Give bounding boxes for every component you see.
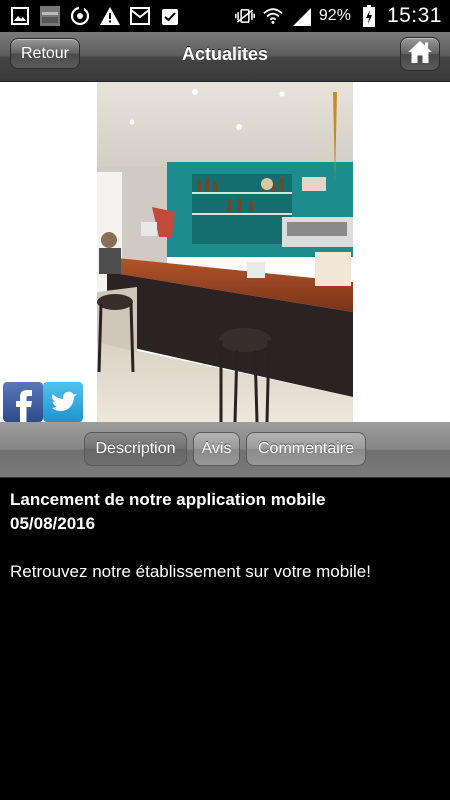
facebook-share-button[interactable]	[3, 382, 43, 422]
gallery-icon	[10, 6, 30, 26]
title-bar: Actualites Retour	[0, 32, 450, 82]
mail-icon	[130, 6, 150, 26]
status-bar: 92% 15:31	[0, 0, 450, 32]
facebook-icon	[16, 390, 32, 422]
notification-icons	[0, 6, 180, 26]
image-area	[0, 82, 450, 422]
battery-charging-icon	[359, 5, 379, 27]
article-title: Lancement de notre application mobile	[10, 490, 326, 509]
article-photo[interactable]	[97, 82, 353, 422]
twitter-share-button[interactable]	[43, 382, 83, 422]
home-icon	[407, 40, 433, 69]
sync-icon	[70, 6, 90, 26]
app-thumbnail-icon	[40, 6, 60, 26]
back-button[interactable]: Retour	[10, 38, 80, 69]
warning-icon	[100, 6, 120, 26]
clock: 15:31	[386, 4, 442, 27]
wifi-icon	[263, 6, 283, 26]
signal-icon	[291, 6, 311, 26]
tab-description[interactable]: Description	[84, 432, 187, 466]
tab-bar: Description Avis Commentaire	[0, 422, 450, 478]
battery-percentage: 92%	[318, 7, 351, 24]
twitter-icon	[52, 391, 77, 412]
article-content: Lancement de notre application mobile 05…	[0, 478, 450, 800]
vibrate-icon	[234, 6, 255, 26]
article-body: Retrouvez notre établissement sur votre …	[10, 562, 371, 581]
tab-avis[interactable]: Avis	[193, 432, 240, 466]
article-date: 05/08/2016	[10, 514, 96, 533]
home-button[interactable]	[400, 37, 440, 71]
clipboard-check-icon	[160, 6, 180, 26]
system-icons: 92% 15:31	[234, 0, 442, 32]
tab-commentaire[interactable]: Commentaire	[246, 432, 366, 466]
